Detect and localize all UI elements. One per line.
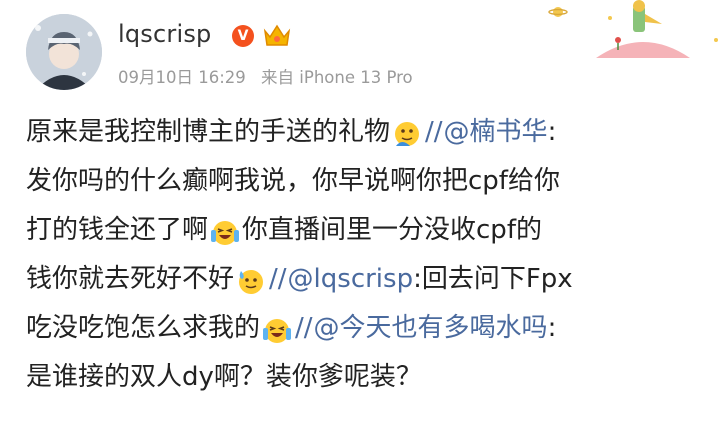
avatar[interactable] — [26, 14, 102, 90]
sweat-smile-emoji — [236, 265, 266, 295]
post-text: 原来是我控制博主的手送的礼物 — [26, 117, 391, 147]
post-text: 发你吗的什么癫啊我说，你早说啊你把cpf给你 — [26, 166, 560, 196]
post-text: : — [547, 313, 557, 343]
crown-icon — [262, 21, 292, 49]
thinking-emoji — [392, 118, 422, 148]
post-text: : — [547, 117, 557, 147]
post-meta: 09月10日 16:29 来自 iPhone 13 Pro — [118, 64, 423, 88]
post-timestamp: 09月10日 16:29 — [118, 68, 246, 87]
post-text: 钱你就去死好不好 — [26, 264, 235, 294]
post-text: 打的钱全还了啊 — [26, 215, 209, 245]
post-line: 发你吗的什么癫啊我说，你早说啊你把cpf给你 — [26, 157, 706, 206]
post-line: 原来是我控制博主的手送的礼物 // @楠书华 : — [26, 108, 706, 157]
post-content: 原来是我控制博主的手送的礼物 // @楠书华 : 发你吗的什么癫啊我说，你早说啊… — [26, 108, 706, 402]
crying-laugh-emoji — [210, 216, 240, 246]
mention-link[interactable]: @lqscrisp — [288, 255, 414, 304]
post-source: 来自 iPhone 13 Pro — [261, 68, 413, 87]
post-line: 钱你就去死好不好 // @lqscrisp :回去问下Fpx — [26, 255, 706, 304]
verified-icon: V — [232, 25, 254, 47]
repost-separator: // — [295, 313, 313, 343]
crying-laugh-emoji — [262, 314, 292, 344]
post-text: 你直播间里一分没收cpf的 — [242, 215, 542, 245]
post-line: 是谁接的双人dy啊？装你爹呢装？ — [26, 353, 706, 402]
post-text: 吃没吃饱怎么求我的 — [26, 313, 261, 343]
repost-separator: // — [425, 117, 443, 147]
post-line: 打的钱全还了啊 你直播间里一分没收cpf的 — [26, 206, 706, 255]
post-line: 吃没吃饱怎么求我的 // @今天也有多喝水吗 : — [26, 304, 706, 353]
little-prince-decoration — [548, 0, 718, 58]
post-text: 是谁接的双人dy啊？装你爹呢装？ — [26, 362, 422, 392]
mention-link[interactable]: @今天也有多喝水吗 — [314, 304, 548, 353]
mention-link[interactable]: @楠书华 — [444, 108, 548, 157]
post-text: :回去问下Fpx — [413, 264, 573, 294]
username[interactable]: lqscrisp — [118, 20, 211, 48]
repost-separator: // — [269, 264, 287, 294]
